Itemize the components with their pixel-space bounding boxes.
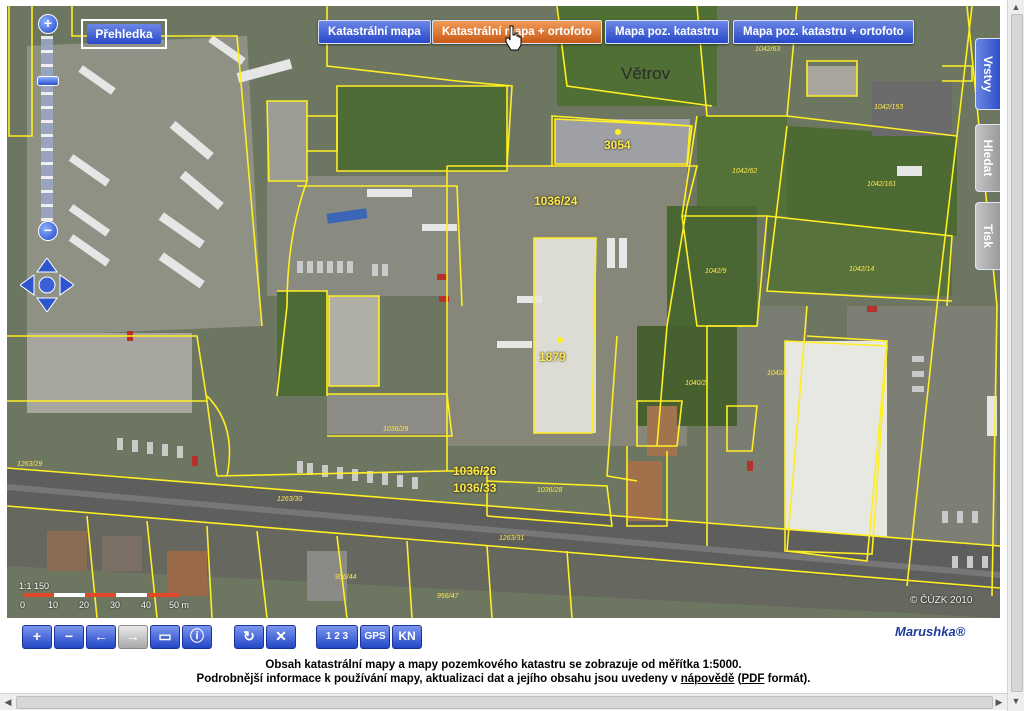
scale-tick: 50 m (169, 600, 190, 610)
pan-up-icon[interactable] (36, 257, 58, 273)
scroll-right-icon[interactable]: ▶ (992, 696, 1006, 708)
parcel-number-label: 1040/2 (685, 380, 707, 387)
parcel-number-label: 1036/28 (537, 487, 563, 494)
scale-tick: 0 (20, 600, 26, 610)
parcel-number-label: 1263/30 (277, 496, 303, 503)
parcel-number-label: 1042/8 (767, 370, 789, 377)
horizontal-scrollbar[interactable]: ◀ ▶ (0, 693, 1007, 710)
parcel-number-label: 1042/161 (867, 181, 897, 188)
zoom-extent-icon[interactable]: ▭ (150, 625, 180, 649)
tab-land-map-ortho[interactable]: Mapa poz. katastru + ortofoto (733, 20, 914, 44)
zoom-out-icon[interactable]: − (54, 625, 84, 649)
orthophoto-background (7, 6, 1000, 618)
notice-line-1: Obsah katastrální mapy a mapy pozemkovéh… (265, 659, 742, 671)
parcel-number-label: 1263/29 (17, 461, 43, 468)
tab-print[interactable]: Tisk (975, 202, 1000, 270)
tab-cadastral-map[interactable]: Katastrální mapa (318, 20, 431, 44)
scale-tick: 10 (48, 600, 59, 610)
tab-print-label[interactable]: Tisk (981, 224, 995, 248)
scale-tick: 20 (79, 600, 90, 610)
pan-down-icon[interactable] (36, 297, 58, 313)
parcel-number-label: 956/47 (437, 593, 459, 600)
parcel-number-label: 1036/29 (383, 426, 409, 433)
scroll-up-icon[interactable]: ▲ (1010, 1, 1022, 13)
tab-search-label[interactable]: Hledat (981, 140, 995, 177)
pan-center-icon[interactable] (38, 276, 56, 294)
kn-icon[interactable]: KN (392, 625, 422, 649)
parcel-number-label: 1042/14 (849, 266, 875, 273)
notice-line-2: Podrobnější informace k používání mapy, … (0, 672, 1007, 686)
overview-button[interactable]: Přehledka (81, 19, 167, 49)
tab-search[interactable]: Hledat (975, 124, 1000, 192)
zoom-thumb[interactable] (37, 76, 59, 86)
brand-logo: Marushka® (895, 624, 966, 639)
tab-land-map[interactable]: Mapa poz. katastru (605, 20, 729, 44)
scroll-down-icon[interactable]: ▼ (1010, 695, 1022, 707)
clear-icon[interactable]: ✕ (266, 625, 296, 649)
parcel-number-label: 1042/153 (874, 104, 904, 111)
parcel-label: 3054 (604, 138, 631, 152)
scale-tick: 40 (141, 600, 152, 610)
scale-ratio: 1:1 150 (19, 581, 50, 591)
notice-text: formát). (764, 673, 811, 685)
vertical-scroll-thumb[interactable] (1011, 14, 1023, 692)
parcel-number-label: 956/44 (335, 574, 357, 581)
parcel-label: 1036/33 (453, 481, 497, 495)
pan-control[interactable] (19, 257, 75, 313)
refresh-icon[interactable]: ↻ (234, 625, 264, 649)
zoom-track[interactable] (41, 36, 53, 222)
overview-button-label[interactable]: Přehledka (87, 24, 161, 44)
map-view[interactable]: Větrov 3054 1036/24 1879 1036/26 1036/33… (7, 6, 1000, 618)
hand-cursor-icon (505, 25, 522, 51)
horizontal-scroll-thumb[interactable] (16, 696, 993, 709)
scroll-left-icon[interactable]: ◀ (1, 696, 15, 708)
parcel-numbers-icon[interactable]: 1 2 3 (316, 625, 358, 649)
pan-arrows (19, 257, 75, 313)
gps-icon[interactable]: GPS (360, 625, 390, 649)
zoom-in-icon[interactable]: + (38, 14, 58, 34)
scale-bar-graphic (23, 593, 179, 597)
info-icon[interactable]: ⓘ (182, 625, 212, 649)
tab-layers-label[interactable]: Vrstvy (981, 56, 995, 92)
vertical-scrollbar[interactable]: ▲ ▼ (1007, 0, 1024, 711)
tab-layers[interactable]: Vrstvy (975, 38, 1000, 110)
info-notice: Obsah katastrální mapy a mapy pozemkovéh… (0, 658, 1007, 686)
pan-left-icon[interactable] (19, 274, 35, 296)
zoom-out-icon[interactable]: − (38, 221, 58, 241)
parcel-number-label: 1042/63 (755, 46, 781, 53)
zoom-in-icon[interactable]: + (22, 625, 52, 649)
parcel-number-label: 1263/31 (499, 535, 525, 542)
parcel-number-label: 1042/62 (732, 168, 758, 175)
pdf-link[interactable]: PDF (741, 673, 764, 685)
parcel-number-label: 1042/9 (705, 268, 727, 275)
parcel-label: 1879 (539, 350, 566, 364)
back-icon[interactable]: ← (86, 625, 116, 649)
notice-text: Podrobnější informace k používání mapy, … (196, 673, 681, 685)
parcel-label: 1036/26 (453, 464, 497, 478)
parcel-label: 1036/24 (534, 194, 578, 208)
copyright-text: © ČÚZK 2010 (910, 595, 973, 606)
zoom-slider[interactable]: + − (32, 14, 62, 244)
help-link[interactable]: nápovědě (681, 673, 735, 685)
scale-bar: 1:1 150 0 10 20 30 40 50 m (17, 581, 197, 617)
forward-icon[interactable]: → (118, 625, 148, 649)
pan-right-icon[interactable] (59, 274, 75, 296)
place-name-label: Větrov (621, 64, 671, 83)
scale-tick: 30 (110, 600, 121, 610)
